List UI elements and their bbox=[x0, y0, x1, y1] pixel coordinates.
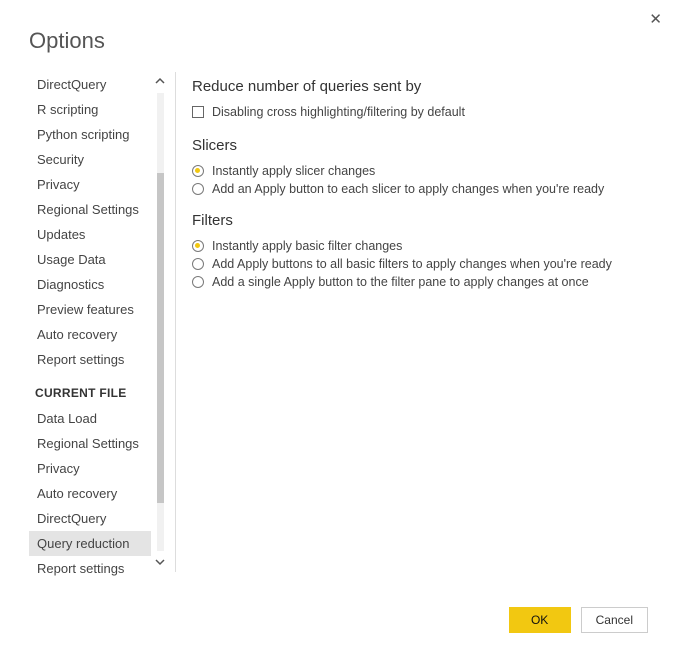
sidebar-item-usage-data[interactable]: Usage Data bbox=[29, 247, 151, 272]
options-dialog: ✕ Options DirectQuery R scripting Python… bbox=[0, 0, 676, 651]
sidebar-item-data-load[interactable]: Data Load bbox=[29, 406, 151, 431]
sidebar-item-auto-recovery-file[interactable]: Auto recovery bbox=[29, 481, 151, 506]
group-slicers: Slicers bbox=[192, 137, 656, 154]
radio-filter-instant[interactable] bbox=[192, 240, 204, 252]
sidebar-item-privacy[interactable]: Privacy bbox=[29, 172, 151, 197]
sidebar-item-security[interactable]: Security bbox=[29, 147, 151, 172]
divider bbox=[175, 72, 176, 572]
section-header-current-file: CURRENT FILE bbox=[29, 372, 151, 406]
close-icon[interactable]: ✕ bbox=[649, 10, 662, 28]
content-panel: Reduce number of queries sent by Disabli… bbox=[190, 72, 676, 572]
group-reduce-queries: Reduce number of queries sent by bbox=[192, 78, 656, 95]
sidebar-item-report-settings-file[interactable]: Report settings bbox=[29, 556, 151, 581]
radio-slicer-instant[interactable] bbox=[192, 165, 204, 177]
sidebar-item-directquery[interactable]: DirectQuery bbox=[29, 72, 151, 97]
sidebar-item-report-settings[interactable]: Report settings bbox=[29, 347, 151, 372]
label-filter-instant: Instantly apply basic filter changes bbox=[212, 239, 402, 253]
label-slicer-apply: Add an Apply button to each slicer to ap… bbox=[212, 182, 604, 196]
group-filters: Filters bbox=[192, 212, 656, 229]
cancel-button[interactable]: Cancel bbox=[581, 607, 648, 633]
scroll-thumb[interactable] bbox=[157, 173, 164, 503]
sidebar-item-r-scripting[interactable]: R scripting bbox=[29, 97, 151, 122]
radio-filter-apply-each[interactable] bbox=[192, 258, 204, 270]
sidebar-item-privacy-file[interactable]: Privacy bbox=[29, 456, 151, 481]
sidebar-item-regional-settings-file[interactable]: Regional Settings bbox=[29, 431, 151, 456]
scrollbar[interactable] bbox=[151, 72, 169, 572]
chevron-up-icon[interactable] bbox=[154, 72, 166, 91]
radio-slicer-apply[interactable] bbox=[192, 183, 204, 195]
chevron-down-icon[interactable] bbox=[154, 553, 166, 572]
sidebar-item-updates[interactable]: Updates bbox=[29, 222, 151, 247]
sidebar: DirectQuery R scripting Python scripting… bbox=[29, 72, 151, 572]
page-title: Options bbox=[0, 0, 676, 62]
sidebar-item-query-reduction[interactable]: Query reduction bbox=[29, 531, 151, 556]
radio-filter-apply-single[interactable] bbox=[192, 276, 204, 288]
sidebar-item-diagnostics[interactable]: Diagnostics bbox=[29, 272, 151, 297]
sidebar-item-regional-settings[interactable]: Regional Settings bbox=[29, 197, 151, 222]
sidebar-item-auto-recovery[interactable]: Auto recovery bbox=[29, 322, 151, 347]
sidebar-item-preview-features[interactable]: Preview features bbox=[29, 297, 151, 322]
sidebar-item-python-scripting[interactable]: Python scripting bbox=[29, 122, 151, 147]
label-disable-cross: Disabling cross highlighting/filtering b… bbox=[212, 105, 465, 119]
label-filter-apply-single: Add a single Apply button to the filter … bbox=[212, 275, 589, 289]
sidebar-item-directquery-file[interactable]: DirectQuery bbox=[29, 506, 151, 531]
scroll-track[interactable] bbox=[157, 93, 164, 551]
footer: OK Cancel bbox=[509, 607, 648, 633]
ok-button[interactable]: OK bbox=[509, 607, 571, 633]
label-filter-apply-each: Add Apply buttons to all basic filters t… bbox=[212, 257, 612, 271]
label-slicer-instant: Instantly apply slicer changes bbox=[212, 164, 375, 178]
checkbox-disable-cross[interactable] bbox=[192, 106, 204, 118]
